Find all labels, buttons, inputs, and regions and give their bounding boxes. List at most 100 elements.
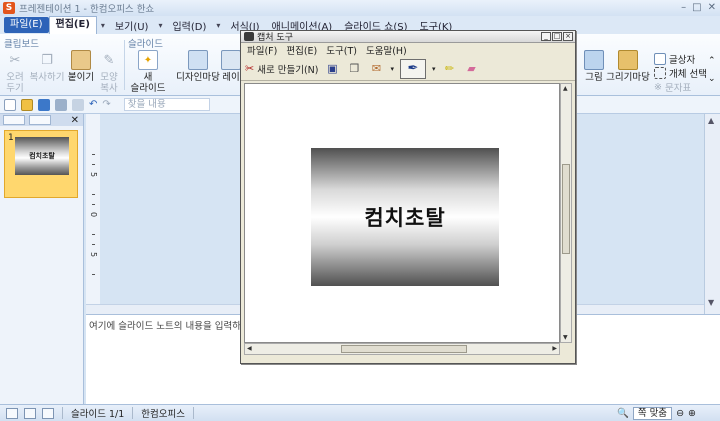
textbox-button[interactable]: 글상자 [654,52,695,66]
chevron-down-icon[interactable]: ▾ [432,65,436,73]
ribbon-group-clipboard: 클립보드 [4,39,39,50]
tab-outline[interactable] [29,115,51,125]
design-icon [188,50,208,70]
slide-number: 1 [8,133,14,143]
slide-sorter-icon[interactable] [24,407,36,419]
close-icon[interactable]: ✕ [708,2,716,13]
ruler-tick [92,204,95,205]
menu-file[interactable]: 파일(E) [4,17,49,33]
ruler-tick [92,234,95,235]
menu-insert[interactable]: 입력(D) [166,18,212,33]
ribbon-divider [124,40,125,90]
search-input[interactable]: 찾을 내용 [123,98,210,111]
vertical-ruler: 5 0 5 [86,114,100,304]
app-name: 한컴오피스 [141,409,185,420]
new-doc-icon[interactable] [4,98,16,111]
scroll-down-icon[interactable]: ▼ [708,298,714,307]
layout-button[interactable]: 레이 [221,50,241,83]
snip-toolbar: ✂ 새로 만들기(N) ▣ ❐ ✉ ▾ ✒ ▾ ✏ ▰ [241,57,575,81]
snip-scroll-thumb[interactable] [341,345,467,353]
chevron-down-icon[interactable]: ▾ [212,21,224,30]
chevron-down-icon[interactable]: ⌄ [708,74,716,84]
snip-title: 캡처 도구 [257,33,293,43]
redo-icon[interactable]: ↷ [102,99,110,110]
open-folder-icon[interactable] [21,98,33,111]
send-icon[interactable]: ✉ [368,61,384,77]
pen-button[interactable]: ✒ [399,58,426,79]
status-divider [132,407,134,419]
paste-button[interactable]: 붙이기 [64,50,98,83]
snip-scroll-thumb[interactable] [562,164,570,254]
slide-thumbnail[interactable]: 1 컴치초탈 [4,130,78,198]
menu-view[interactable]: 보기(U) [109,18,155,33]
zoom-out-icon[interactable]: ⊖ [676,408,684,419]
captured-slide-image: 컴치초탈 [311,148,499,286]
chevron-down-icon[interactable]: ▾ [154,21,166,30]
new-slide-button[interactable]: ✦ 새 슬라이드 [128,50,168,94]
ruler-tick [92,154,95,155]
vertical-scrollbar[interactable]: ▲ ▼ [704,114,720,314]
menu-edit[interactable]: 편집(E) [48,16,97,34]
scissors-icon [244,32,254,41]
slide-panel-tabs: ✕ [0,114,83,126]
close-icon[interactable]: ✕ [71,115,79,126]
zoom-control: 🔍 쪽 맞춤 ⊖ ⊕ [617,407,696,420]
ruler-tick [92,244,95,245]
magnifier-icon[interactable]: 🔍 [617,408,629,419]
close-icon[interactable]: × [563,32,573,41]
save-icon[interactable] [38,98,50,111]
normal-view-icon[interactable] [6,407,18,419]
snip-menu-tools[interactable]: 도구(T) [326,43,357,57]
snip-menu-help[interactable]: 도움말(H) [366,43,407,57]
print-icon[interactable] [55,98,67,111]
scroll-down-icon[interactable]: ▼ [563,334,568,341]
ribbon-group-slide: 슬라이드 [128,39,163,50]
maximize-icon[interactable]: □ [692,2,701,13]
scroll-up-icon[interactable]: ▲ [708,116,714,125]
chevron-up-icon[interactable]: ⌃ [708,56,716,66]
captured-slide-text: 컴치초탈 [364,206,446,230]
window-controls: – □ ✕ [681,2,716,13]
undo-icon[interactable]: ↶ [89,99,97,110]
zoom-in-icon[interactable]: ⊕ [688,408,696,419]
scroll-left-icon[interactable]: ◀ [247,345,252,352]
chevron-down-icon[interactable]: ▾ [97,21,109,30]
select-icon [654,67,666,79]
format-copy-button[interactable]: ✎ 모양 복사 [96,50,122,95]
design-wizard-button[interactable]: 디자인마당 [174,50,222,83]
snip-menu-edit[interactable]: 편집(E) [286,43,317,57]
scissors-icon: ✂ [245,62,255,75]
snip-menu-file[interactable]: 파일(F) [247,43,277,57]
new-slide-icon: ✦ [138,50,158,70]
drawing-wizard-button[interactable]: 그리기마당 [606,50,650,83]
status-divider [62,407,63,419]
minimize-icon[interactable]: – [681,2,686,13]
slide-panel: ✕ 1 컴치초탈 [0,114,84,404]
chevron-down-icon[interactable]: ▾ [390,65,394,73]
minimize-icon[interactable]: _ [541,32,551,41]
snip-horizontal-scrollbar[interactable]: ◀ ▶ [244,343,560,355]
char-table-button[interactable]: ※ 문자표 [654,80,691,95]
object-select-button[interactable]: 개체 선택 [654,66,707,80]
tab-slides[interactable] [3,115,25,125]
snip-new-button[interactable]: ✂ 새로 만들기(N) [245,62,318,76]
cut-button[interactable]: ✂ 오려 두기 [2,50,28,95]
maximize-icon[interactable]: □ [552,32,562,41]
pen-icon: ✒ [407,61,419,76]
ruler-label: 5 [89,252,98,258]
zoom-select[interactable]: 쪽 맞춤 [632,407,673,420]
ruler-label: 5 [89,172,98,178]
copy-button[interactable]: ❐ 복사하기 [26,50,68,84]
asterisk-icon: ※ [654,81,662,93]
highlighter-icon[interactable]: ✏ [442,61,458,77]
scroll-up-icon[interactable]: ▲ [563,85,568,92]
scroll-right-icon[interactable]: ▶ [552,345,557,352]
copy-icon[interactable]: ❐ [346,61,362,77]
app-logo-icon: S [3,2,15,14]
snip-vertical-scrollbar[interactable]: ▲ ▼ [560,83,572,343]
slideshow-view-icon[interactable] [42,407,54,419]
print-preview-icon[interactable] [72,98,84,111]
eraser-icon[interactable]: ▰ [464,61,480,77]
picture-button[interactable]: 그림 [582,50,606,83]
save-icon[interactable]: ▣ [324,61,340,77]
